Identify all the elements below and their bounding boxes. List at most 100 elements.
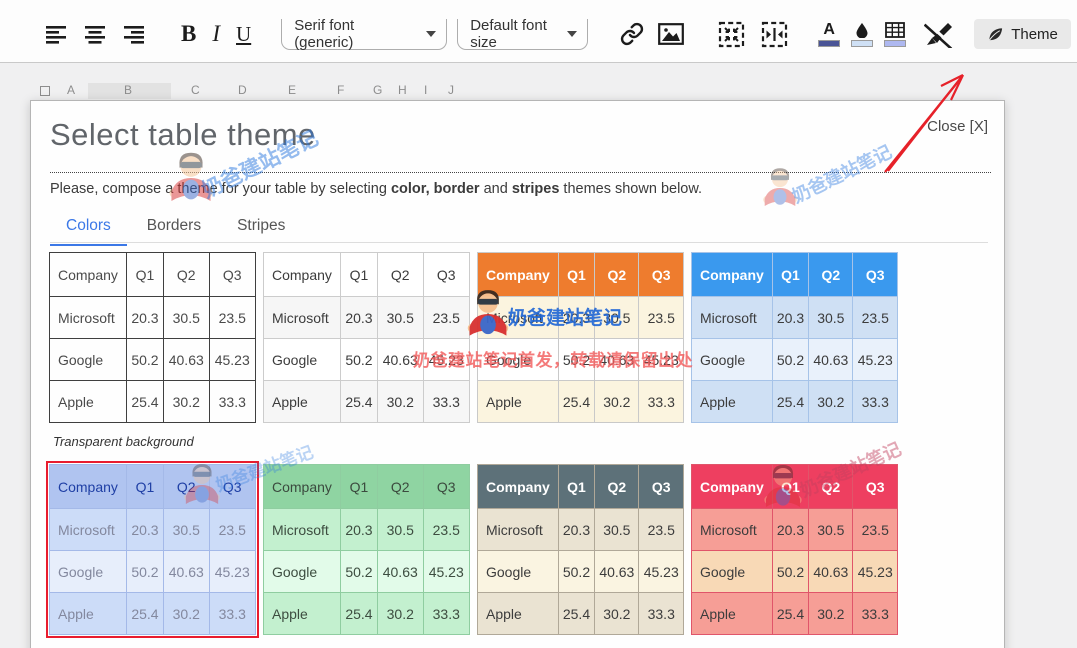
column-header-H[interactable]: H: [398, 83, 407, 97]
insert-link-button[interactable]: [620, 22, 644, 46]
column-header-G[interactable]: G: [373, 83, 382, 97]
theme-card-orange: CompanyQ1Q2Q3Microsoft20.330.523.5Google…: [477, 252, 684, 428]
data-cell: 30.5: [595, 297, 639, 339]
data-cell: 50.2: [126, 551, 163, 593]
tab-borders[interactable]: Borders: [131, 209, 217, 246]
underline-button[interactable]: U: [236, 22, 251, 47]
leaf-icon: [987, 26, 1004, 43]
data-cell: 30.2: [164, 593, 209, 635]
theme-tabs: Colors Borders Stripes: [50, 209, 301, 246]
clear-format-button[interactable]: [924, 20, 954, 48]
column-header-B[interactable]: B: [124, 83, 132, 97]
theme-card-periwinkle: CompanyQ1Q2Q3Microsoft20.330.523.5Google…: [49, 464, 256, 640]
data-cell: 45.23: [209, 551, 256, 593]
theme-grid: CompanyQ1Q2Q3Microsoft20.330.523.5Google…: [49, 252, 898, 640]
data-cell: 30.2: [378, 381, 423, 423]
data-cell: Microsoft: [50, 509, 127, 551]
theme-table-slate[interactable]: CompanyQ1Q2Q3Microsoft20.330.523.5Google…: [477, 464, 684, 635]
font-size-select[interactable]: Default font size: [457, 19, 588, 50]
data-cell: 40.63: [378, 551, 423, 593]
align-center-button[interactable]: [84, 24, 106, 44]
highlight-color-button[interactable]: [851, 22, 873, 47]
bold-button[interactable]: B: [181, 21, 196, 47]
select-table-theme-dialog: Close [X] Select table theme Please, com…: [30, 100, 1005, 648]
tab-colors[interactable]: Colors: [50, 209, 127, 246]
data-cell: Microsoft: [478, 509, 559, 551]
header-cell: Q2: [378, 253, 423, 297]
data-cell: 20.3: [340, 297, 377, 339]
data-cell: 50.2: [558, 551, 594, 593]
align-left-button[interactable]: [45, 24, 67, 44]
data-cell: Google: [264, 551, 341, 593]
theme-option-selected: CompanyQ1Q2Q3Microsoft20.330.523.5Google…: [49, 464, 256, 635]
title-divider: [50, 172, 991, 173]
insert-image-button[interactable]: [658, 23, 684, 45]
italic-button[interactable]: I: [212, 21, 220, 47]
header-cell: Q3: [209, 253, 256, 297]
data-cell: 33.3: [639, 381, 684, 423]
fit-content-icon: [718, 21, 745, 48]
theme-table-plain-light[interactable]: CompanyQ1Q2Q3Microsoft20.330.523.5Google…: [263, 252, 470, 423]
font-family-select[interactable]: Serif font (generic): [281, 19, 447, 50]
chevron-down-icon: [426, 31, 436, 37]
header-cell: Q1: [126, 465, 163, 509]
data-cell: 40.63: [809, 551, 853, 593]
header-cell: Company: [50, 253, 127, 297]
theme-table-periwinkle[interactable]: CompanyQ1Q2Q3Microsoft20.330.523.5Google…: [49, 464, 256, 635]
data-cell: Microsoft: [692, 509, 773, 551]
data-cell: 45.23: [639, 551, 684, 593]
fit-table-width-button[interactable]: [761, 21, 788, 48]
theme-table-green[interactable]: CompanyQ1Q2Q3Microsoft20.330.523.5Google…: [263, 464, 470, 635]
fit-table-content-button[interactable]: [718, 21, 745, 48]
column-header-F[interactable]: F: [337, 83, 344, 97]
theme-table-red[interactable]: CompanyQ1Q2Q3Microsoft20.330.523.5Google…: [691, 464, 898, 635]
select-all-checkbox[interactable]: [40, 86, 50, 96]
column-header-C[interactable]: C: [191, 83, 200, 97]
highlight-color-icon: [855, 22, 869, 38]
theme-card-blue: CompanyQ1Q2Q3Microsoft20.330.523.5Google…: [691, 252, 898, 428]
close-button[interactable]: Close [X]: [927, 118, 988, 135]
theme-card-slate: CompanyQ1Q2Q3Microsoft20.330.523.5Google…: [477, 464, 684, 640]
column-header-E[interactable]: E: [288, 83, 296, 97]
column-header-A[interactable]: A: [67, 83, 75, 97]
theme-table-orange[interactable]: CompanyQ1Q2Q3Microsoft20.330.523.5Google…: [477, 252, 684, 423]
column-header-I[interactable]: I: [424, 83, 427, 97]
data-cell: 45.23: [423, 339, 470, 381]
align-right-button[interactable]: [123, 24, 145, 44]
data-cell: 23.5: [209, 509, 256, 551]
theme-option: CompanyQ1Q2Q3Microsoft20.330.523.5Google…: [263, 252, 470, 423]
table-color-icon: [885, 22, 905, 38]
data-cell: 50.2: [772, 551, 808, 593]
header-cell: Q2: [164, 465, 209, 509]
link-icon: [620, 22, 644, 46]
description-bold: stripes: [512, 181, 560, 197]
tab-stripes[interactable]: Stripes: [221, 209, 301, 246]
header-cell: Q2: [595, 465, 639, 509]
data-cell: 20.3: [772, 509, 808, 551]
theme-table-transparent[interactable]: CompanyQ1Q2Q3Microsoft20.330.523.5Google…: [49, 252, 256, 423]
theme-card-red: CompanyQ1Q2Q3Microsoft20.330.523.5Google…: [691, 464, 898, 640]
tabs-divider: [50, 242, 988, 243]
data-cell: 30.2: [809, 381, 853, 423]
data-cell: 45.23: [853, 551, 898, 593]
header-cell: Q3: [639, 465, 684, 509]
column-header-D[interactable]: D: [238, 83, 247, 97]
data-cell: 30.2: [378, 593, 423, 635]
text-color-button[interactable]: A: [818, 22, 840, 47]
theme-table-blue[interactable]: CompanyQ1Q2Q3Microsoft20.330.523.5Google…: [691, 252, 898, 423]
theme-button[interactable]: Theme: [974, 19, 1071, 49]
data-cell: 40.63: [595, 339, 639, 381]
table-color-button[interactable]: [884, 22, 906, 47]
data-cell: 45.23: [639, 339, 684, 381]
header-cell: Company: [264, 253, 341, 297]
column-header-J[interactable]: J: [448, 83, 454, 97]
data-cell: Microsoft: [264, 509, 341, 551]
data-cell: 20.3: [558, 297, 594, 339]
description-text: themes shown below.: [559, 181, 702, 197]
theme-card-transparent: CompanyQ1Q2Q3Microsoft20.330.523.5Google…: [49, 252, 256, 428]
data-cell: Apple: [50, 381, 127, 423]
align-right-icon: [123, 24, 145, 44]
description-text: Please, compose a theme for your table b…: [50, 181, 391, 197]
data-cell: 33.3: [209, 593, 256, 635]
data-cell: 23.5: [639, 297, 684, 339]
